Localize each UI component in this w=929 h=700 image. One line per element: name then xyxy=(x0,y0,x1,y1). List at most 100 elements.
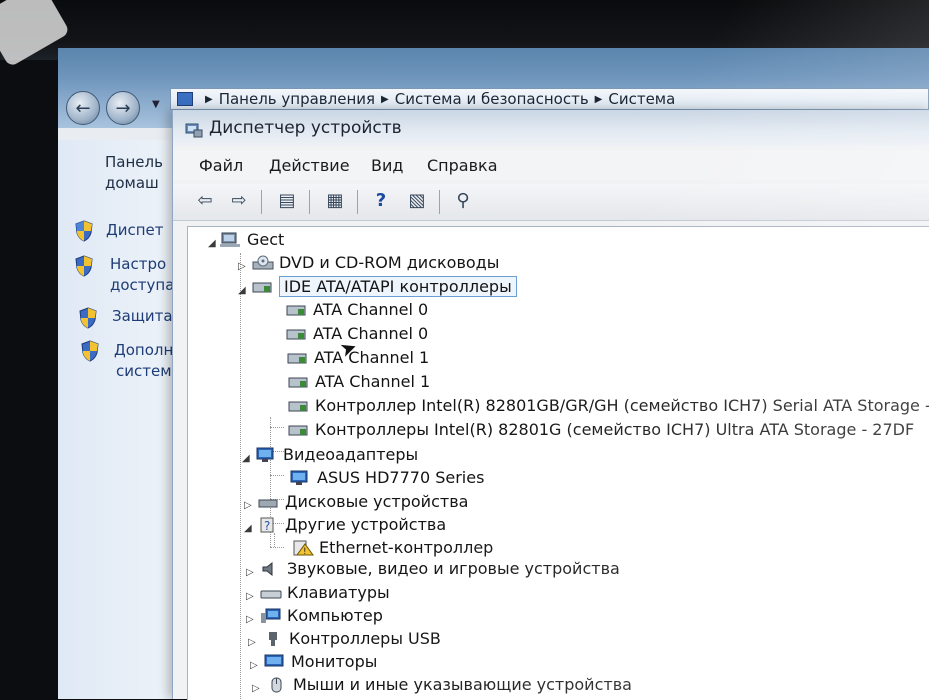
uac-shield-icon xyxy=(75,255,93,277)
tree-item-ata-channel-0[interactable]: ATA Channel 0 xyxy=(286,300,428,319)
tree-item-ethernet-controller[interactable]: ! Ethernet-контроллер xyxy=(292,538,493,557)
expand-triangle-icon[interactable]: ▷ xyxy=(248,637,256,648)
expand-triangle-icon[interactable]: ▷ xyxy=(250,660,258,671)
recent-pages-chevron-down-icon[interactable]: ▼ xyxy=(152,99,160,110)
expand-triangle-icon[interactable]: ▷ xyxy=(238,261,246,272)
tree-item-label: DVD и CD-ROM дисководы xyxy=(279,253,500,272)
breadcrumb-separator-icon: ▶ xyxy=(594,93,603,105)
menu-help[interactable]: Справка xyxy=(427,156,498,175)
speaker-icon xyxy=(260,561,282,577)
tree-item-other-devices[interactable]: ? Другие устройства xyxy=(258,515,446,534)
computer-icon xyxy=(220,232,242,248)
help-icon[interactable]: ? xyxy=(369,190,393,212)
dvd-drive-icon xyxy=(252,255,274,271)
device-manager-title-bar[interactable]: Диспетчер устройств xyxy=(173,110,929,146)
tree-item-disk-drives[interactable]: Дисковые устройства xyxy=(258,492,468,511)
uac-shield-icon xyxy=(81,340,99,362)
tree-item-asus-hd7770[interactable]: ASUS HD7770 Series xyxy=(290,468,484,487)
tree-item-sata-controller[interactable]: Контроллер Intel(R) 82801GB/GR/GH (семей… xyxy=(288,396,929,415)
home-link-line1[interactable]: Панель xyxy=(105,152,163,173)
remote-access-link-line2[interactable]: доступа xyxy=(110,275,174,296)
expand-triangle-icon[interactable]: ▷ xyxy=(246,614,254,625)
warning-device-icon: ! xyxy=(292,540,314,557)
ide-channel-icon xyxy=(287,350,309,366)
tree-connector xyxy=(274,533,275,547)
tree-connector xyxy=(240,253,241,700)
expand-triangle-icon[interactable]: ▷ xyxy=(244,500,252,511)
expand-triangle-icon[interactable]: ▷ xyxy=(246,591,254,602)
menu-view[interactable]: Вид xyxy=(371,156,403,175)
tree-item-label: Клавиатуры xyxy=(287,583,390,602)
menu-bar: Файл Действие Вид Справка xyxy=(173,150,929,180)
show-hide-console-tree-icon[interactable]: ▤ xyxy=(275,190,299,212)
tree-item-keyboards[interactable]: Клавиатуры xyxy=(260,583,390,602)
disk-drive-icon xyxy=(258,494,280,510)
computer-icon xyxy=(260,608,282,624)
back-button[interactable]: ← xyxy=(66,91,100,125)
collapse-triangle-icon[interactable]: ◢ xyxy=(208,238,216,249)
device-manager-link[interactable]: Диспет xyxy=(106,220,164,241)
control-panel-icon xyxy=(177,92,193,106)
tree-item-label: Контроллеры Intel(R) 82801G (семейство I… xyxy=(315,420,915,439)
usb-icon xyxy=(262,631,284,647)
tree-connector xyxy=(270,547,284,548)
breadcrumb-system-security[interactable]: Система и безопасность xyxy=(395,90,589,108)
toolbar-separator xyxy=(309,190,310,214)
tree-item-monitors[interactable]: Мониторы xyxy=(264,652,377,671)
tree-item-ata-channel-0[interactable]: ATA Channel 0 xyxy=(286,324,428,343)
tree-item-sound-devices[interactable]: Звуковые, видео и игровые устройства xyxy=(260,559,620,578)
breadcrumb-control-panel[interactable]: Панель управления xyxy=(219,90,375,108)
uac-shield-icon xyxy=(75,220,93,242)
collapse-triangle-icon[interactable]: ◢ xyxy=(242,453,250,464)
update-driver-icon[interactable]: ▧ xyxy=(405,190,429,212)
back-arrow-icon[interactable]: ⇦ xyxy=(193,190,217,212)
remote-access-link-line1[interactable]: Настро xyxy=(110,254,166,275)
tree-item-label: Ethernet-контроллер xyxy=(319,538,494,557)
tree-item-ata-channel-1[interactable]: ATA Channel 1 xyxy=(288,372,430,391)
tree-item-label: IDE ATA/ATAPI контроллеры xyxy=(279,276,517,297)
display-adapter-icon xyxy=(256,447,278,463)
breadcrumb-separator-icon: ▶ xyxy=(381,93,389,105)
address-bar[interactable]: ▶ Панель управления ▶ Система и безопасн… xyxy=(170,88,929,110)
keyboard-icon xyxy=(260,585,282,601)
tree-connector xyxy=(270,475,284,476)
device-tree: ◢ Gect ▷ DVD и CD-ROM дисководы ◢ IDE AT… xyxy=(187,226,929,700)
tree-item-label: ATA Channel 0 xyxy=(313,300,429,319)
collapse-triangle-icon[interactable]: ◢ xyxy=(244,523,252,534)
tree-item-label: Контроллеры USB xyxy=(289,629,441,648)
breadcrumb-system[interactable]: Система xyxy=(608,90,675,108)
menu-action[interactable]: Действие xyxy=(269,156,350,175)
expand-triangle-icon[interactable]: ▷ xyxy=(246,567,254,578)
tree-item-dvd[interactable]: DVD и CD-ROM дисководы xyxy=(252,253,499,272)
home-link-line2[interactable]: домаш xyxy=(105,173,159,194)
tree-item-ide-controllers[interactable]: IDE ATA/ATAPI контроллеры xyxy=(252,276,517,297)
forward-arrow-icon[interactable]: ⇨ xyxy=(227,190,251,212)
properties-icon[interactable]: ▦ xyxy=(323,190,347,212)
tree-item-label: ATA Channel 1 xyxy=(314,348,430,367)
ide-controller-icon xyxy=(252,279,274,295)
tree-root[interactable]: Gect xyxy=(220,230,284,249)
tree-item-mice[interactable]: Мыши и иные указывающие устройства xyxy=(266,675,632,694)
advanced-settings-link-line1[interactable]: Дополн xyxy=(114,340,173,361)
tree-item-usb-controllers[interactable]: Контроллеры USB xyxy=(262,629,441,648)
toolbar-separator xyxy=(357,190,358,214)
tree-item-ultra-ata-controller[interactable]: Контроллеры Intel(R) 82801G (семейство I… xyxy=(288,420,914,439)
tree-item-computer[interactable]: Компьютер xyxy=(260,606,383,625)
tree-item-display-adapters[interactable]: Видеоадаптеры xyxy=(256,445,418,464)
tree-item-label: Мыши и иные указывающие устройства xyxy=(293,675,632,694)
monitor-icon xyxy=(264,654,286,670)
explorer-left-pane: Панель домаш Диспет Настро доступа Защит… xyxy=(58,140,183,699)
tree-item-label: Компьютер xyxy=(287,606,383,625)
tree-item-label: ASUS HD7770 Series xyxy=(317,468,485,487)
svg-text:?: ? xyxy=(264,519,270,533)
tree-root-label: Gect xyxy=(247,230,285,249)
scan-hardware-icon[interactable]: ⚲ xyxy=(451,190,475,212)
tree-item-label: Звуковые, видео и игровые устройства xyxy=(287,559,620,578)
expand-triangle-icon[interactable]: ▷ xyxy=(252,683,260,694)
menu-file[interactable]: Файл xyxy=(199,156,243,175)
forward-button[interactable]: → xyxy=(106,91,140,125)
system-protection-link[interactable]: Защита xyxy=(112,306,173,327)
collapse-triangle-icon[interactable]: ◢ xyxy=(238,285,246,296)
device-manager-icon xyxy=(185,123,203,138)
ide-channel-icon xyxy=(288,398,310,414)
